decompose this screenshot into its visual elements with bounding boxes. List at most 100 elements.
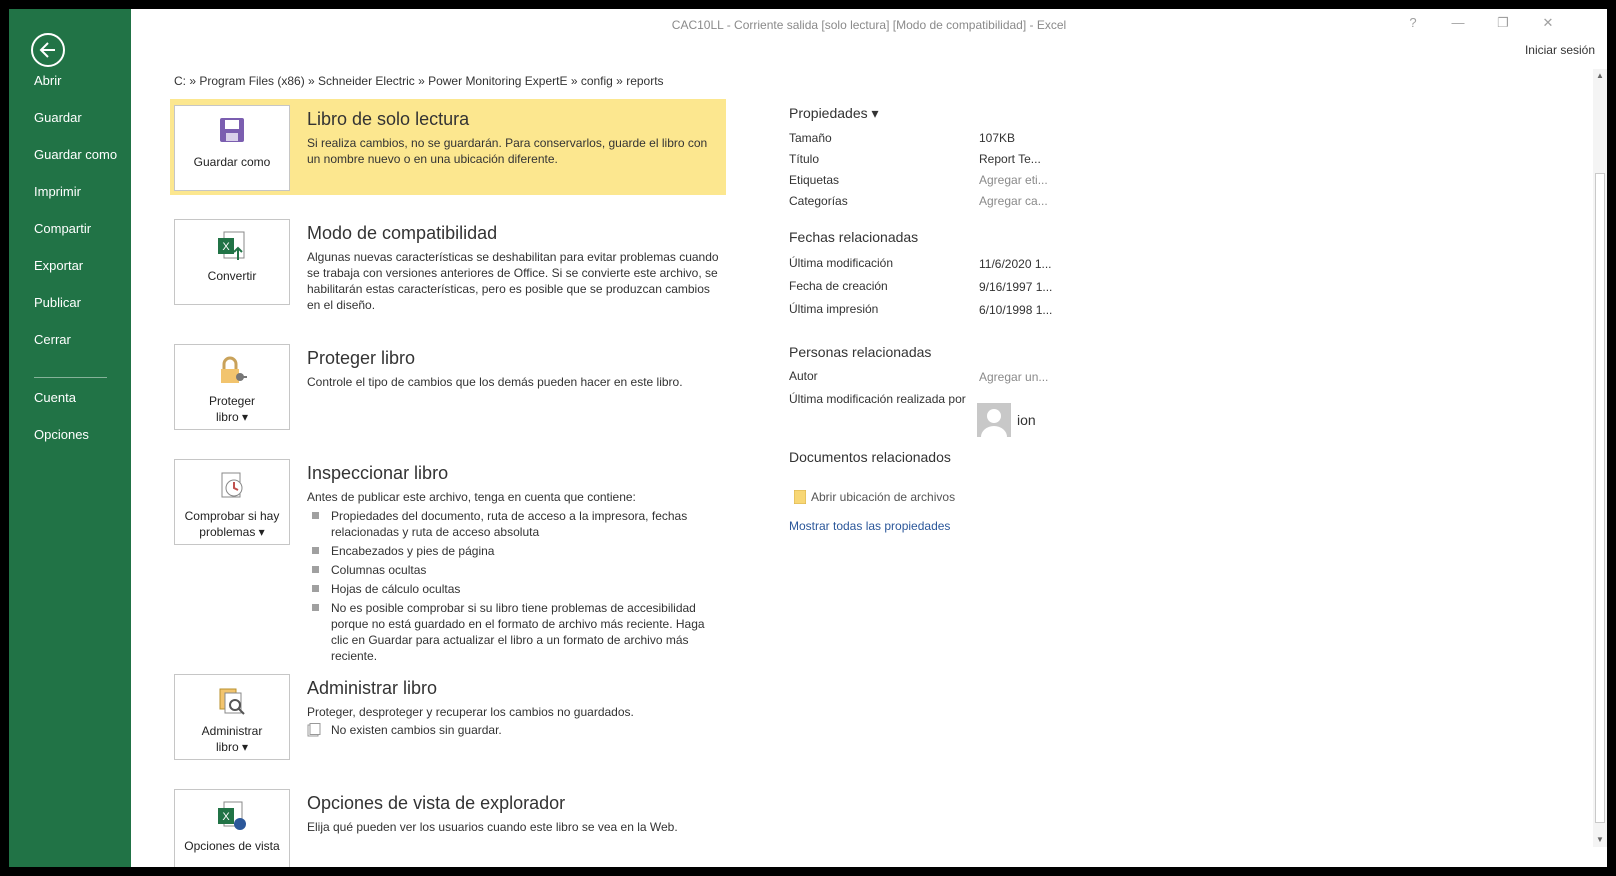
scroll-up-arrow-icon[interactable]: ▲: [1593, 69, 1607, 83]
prop-value-tags[interactable]: Agregar eti...: [979, 173, 1048, 187]
sign-in-link[interactable]: Iniciar sesión: [1525, 43, 1595, 57]
date-value-modified: 11/6/2020 1...: [979, 257, 1052, 271]
close-icon[interactable]: ✕: [1538, 15, 1558, 31]
readonly-title: Libro de solo lectura: [307, 109, 470, 129]
no-unsaved-changes-row: No existen cambios sin guardar.: [307, 723, 502, 737]
excel-backstage-window: Abrir Guardar Guardar como Imprimir Comp…: [9, 9, 1607, 867]
backstage-sidebar: Abrir Guardar Guardar como Imprimir Comp…: [9, 9, 131, 867]
list-item: Encabezados y pies de página: [307, 543, 723, 559]
avatar: [977, 403, 1011, 437]
breadcrumb: C: » Program Files (x86) » Schneider Ele…: [174, 74, 664, 88]
sidebar-item-guardar-como[interactable]: Guardar como: [34, 147, 117, 162]
browser-view-options-label: Opciones de vista: [184, 839, 280, 853]
help-icon[interactable]: ?: [1403, 15, 1423, 30]
manage-title: Administrar libro: [307, 678, 438, 698]
sidebar-item-imprimir[interactable]: Imprimir: [34, 184, 81, 199]
related-people-heading: Personas relacionadas: [789, 344, 932, 360]
convert-button-label: Convertir: [207, 269, 257, 283]
compat-section: X Convertir Modo de compatibilidad Algun…: [170, 219, 726, 319]
sidebar-item-publicar[interactable]: Publicar: [34, 295, 81, 310]
date-label-created: Fecha de creación: [789, 279, 888, 293]
compat-title: Modo de compatibilidad: [307, 223, 498, 243]
svg-text:X: X: [222, 811, 230, 823]
save-floppy-icon: [175, 116, 289, 150]
sidebar-item-opciones[interactable]: Opciones: [34, 427, 89, 442]
protect-workbook-button[interactable]: Proteger libro ▾: [174, 344, 290, 430]
modified-by-name[interactable]: ion: [1017, 412, 1036, 428]
sidebar-item-abrir[interactable]: Abrir: [34, 73, 61, 88]
check-issues-line2: problemas ▾: [199, 525, 265, 539]
sidebar-item-cerrar[interactable]: Cerrar: [34, 332, 71, 347]
prop-value-categories[interactable]: Agregar ca...: [979, 194, 1048, 208]
protect-label-line2: libro ▾: [215, 410, 249, 424]
manage-label-line1: Administrar: [201, 724, 263, 738]
manage-label-line2: libro ▾: [215, 740, 249, 754]
minimize-icon[interactable]: —: [1448, 15, 1468, 30]
prop-label-tags: Etiquetas: [789, 173, 840, 187]
related-dates-heading: Fechas relacionadas: [789, 229, 919, 245]
list-item: No es posible comprobar si su libro tien…: [307, 600, 723, 664]
lock-key-icon: [175, 355, 289, 389]
sidebar-item-compartir[interactable]: Compartir: [34, 221, 91, 236]
author-label: Autor: [789, 369, 818, 383]
date-value-printed: 6/10/1998 1...: [979, 303, 1053, 317]
prop-label-size: Tamaño: [789, 131, 832, 145]
sidebar-item-cuenta[interactable]: Cuenta: [34, 390, 76, 405]
readonly-desc: Si realiza cambios, no se guardarán. Par…: [307, 136, 708, 166]
back-arrow-icon[interactable]: [31, 33, 65, 67]
svg-text:X: X: [222, 241, 230, 253]
prop-label-categories: Categorías: [789, 194, 848, 208]
modified-by-label: Última modificación realizada por: [789, 392, 966, 406]
readonly-section: Guardar como Libro de solo lectura Si re…: [170, 99, 726, 195]
restore-icon[interactable]: ❐: [1493, 15, 1513, 31]
no-unsaved-changes-text: No existen cambios sin guardar.: [331, 723, 502, 737]
list-item: Columnas ocultas: [307, 562, 723, 578]
browser-view-desc: Elija qué pueden ver los usuarios cuando…: [307, 820, 678, 834]
date-label-modified: Última modificación: [789, 256, 894, 270]
manage-workbook-button[interactable]: Administrar libro ▾: [174, 674, 290, 760]
protect-label-line1: Proteger: [208, 394, 256, 408]
folder-icon: [794, 490, 806, 504]
compat-desc: Algunas nuevas características se deshab…: [307, 250, 719, 312]
inspect-section: Comprobar si hay problemas ▾ Inspecciona…: [170, 459, 726, 663]
prop-value-title[interactable]: Report Te...: [979, 152, 1041, 166]
save-as-button[interactable]: Guardar como: [174, 105, 290, 191]
author-value[interactable]: Agregar un...: [979, 370, 1048, 384]
show-all-properties-link[interactable]: Mostrar todas las propiedades: [789, 519, 950, 533]
check-issues-label: Comprobar si hay problemas ▾: [175, 508, 289, 540]
inspect-desc: Antes de publicar este archivo, tenga en…: [307, 490, 636, 504]
sidebar-item-exportar[interactable]: Exportar: [34, 258, 83, 273]
check-issues-button[interactable]: Comprobar si hay problemas ▾: [174, 459, 290, 545]
open-file-location-link[interactable]: Abrir ubicación de archivos: [794, 490, 955, 504]
inspect-title: Inspeccionar libro: [307, 463, 449, 483]
document-stack-icon: [307, 723, 321, 737]
window-title: CAC10LL - Corriente salida [solo lectura…: [671, 18, 1067, 32]
manage-workbook-label: Administrar libro ▾: [175, 723, 289, 755]
scrollbar-thumb[interactable]: [1595, 173, 1605, 823]
browser-view-section: X Opciones de vista Opciones de vista de…: [170, 789, 726, 867]
date-label-printed: Última impresión: [789, 302, 879, 316]
scroll-down-arrow-icon[interactable]: ▼: [1593, 833, 1607, 847]
protect-section: Proteger libro ▾ Proteger libro Controle…: [170, 344, 726, 434]
protect-desc: Controle el tipo de cambios que los demá…: [307, 375, 683, 389]
prop-label-title: Título: [789, 152, 820, 166]
list-item: Hojas de cálculo ocultas: [307, 581, 723, 597]
sidebar-item-guardar[interactable]: Guardar: [34, 110, 82, 125]
convert-button[interactable]: X Convertir: [174, 219, 290, 305]
inspect-document-icon: [175, 470, 289, 504]
list-item: Propiedades del documento, ruta de acces…: [307, 508, 723, 540]
manage-versions-icon: [175, 685, 289, 719]
manage-section: Administrar libro ▾ Administrar libro Pr…: [170, 674, 726, 766]
protect-title: Proteger libro: [307, 348, 416, 368]
properties-heading[interactable]: Propiedades ▾: [789, 105, 879, 122]
browser-view-title: Opciones de vista de explorador: [307, 793, 566, 813]
sidebar-divider: [34, 377, 107, 378]
manage-desc: Proteger, desproteger y recuperar los ca…: [307, 705, 634, 719]
excel-convert-icon: X: [175, 230, 289, 264]
vertical-scrollbar[interactable]: ▲ ▼: [1593, 69, 1607, 847]
inspect-bullet-list: Propiedades del documento, ruta de acces…: [307, 508, 723, 667]
excel-web-icon: X: [175, 800, 289, 834]
browser-view-options-button[interactable]: X Opciones de vista: [174, 789, 290, 867]
save-as-button-label: Guardar como: [193, 155, 271, 169]
open-file-location-text: Abrir ubicación de archivos: [811, 490, 956, 504]
